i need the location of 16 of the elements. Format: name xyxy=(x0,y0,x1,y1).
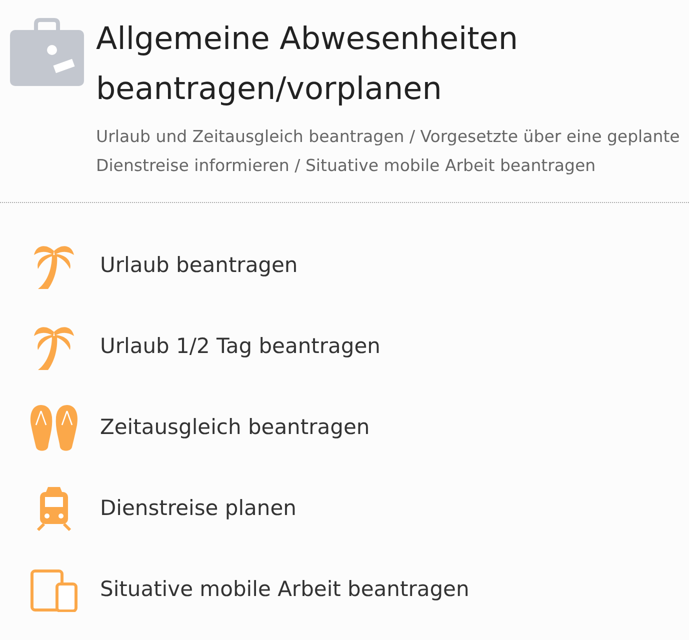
train-icon xyxy=(36,486,72,532)
suitcase-icon xyxy=(10,18,84,86)
action-label: Zeitausgleich beantragen xyxy=(100,414,370,442)
action-label: Urlaub beantragen xyxy=(100,252,298,280)
action-link[interactable]: Situative mobile Arbeit beantragen xyxy=(28,561,689,619)
action-link[interactable]: Dienstreise planen xyxy=(28,480,689,538)
action-label: Dienstreise planen xyxy=(100,495,296,522)
action-label: Situative mobile Arbeit beantragen xyxy=(100,576,470,604)
action-link[interactable]: Urlaub 1/2 Tag beantragen xyxy=(28,318,689,376)
tablet-and-phone-icon xyxy=(29,568,79,612)
page-title: Allgemeine Abwesenheiten beantragen/vorplanen xyxy=(96,20,520,109)
action-link[interactable]: Urlaub beantragen xyxy=(28,237,689,295)
flip-flops-icon xyxy=(29,403,79,453)
page-description: Urlaub und Zeitausgleich beantragen / Vorgesetzte über eine geplante Dienstreise informieren / Situative mobile Arbeit beantragen xyxy=(96,126,681,177)
action-label: Urlaub 1/2 Tag beantragen xyxy=(100,333,380,360)
action-link[interactable]: Zeitausgleich beantragen xyxy=(28,399,689,457)
